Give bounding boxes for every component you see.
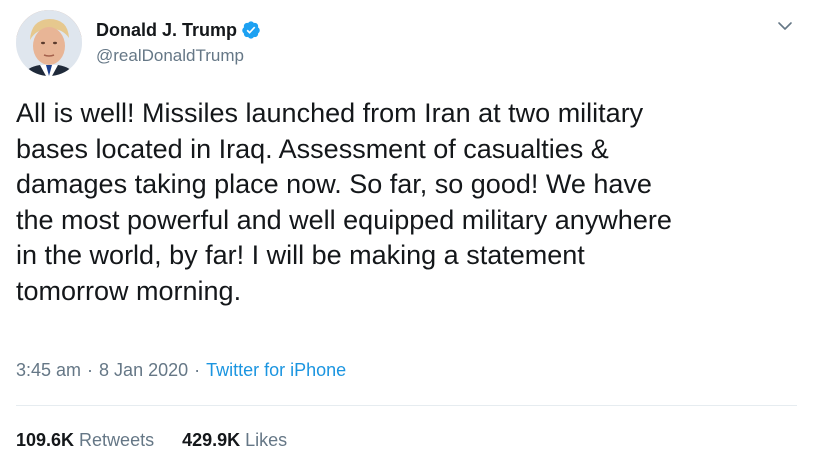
tweet-date[interactable]: 8 Jan 2020 — [99, 360, 188, 381]
tweet-text: All is well! Missiles launched from Iran… — [16, 98, 672, 306]
author-handle[interactable]: @realDonaldTrump — [96, 46, 244, 66]
chevron-down-icon[interactable] — [777, 18, 793, 34]
likes-count: 429.9K — [182, 430, 241, 450]
avatar[interactable] — [16, 10, 82, 76]
divider — [16, 405, 797, 406]
tweet-stats: 109.6K Retweets 429.9K Likes — [16, 430, 287, 451]
likes-stat[interactable]: 429.9K Likes — [182, 430, 287, 451]
tweet-source-link[interactable]: Twitter for iPhone — [206, 360, 346, 381]
author-name-row[interactable]: Donald J. Trump — [96, 18, 261, 42]
tweet-card: Donald J. Trump @realDonaldTrump All is … — [0, 0, 813, 473]
retweets-label: Retweets — [79, 430, 155, 450]
meta-separator: · — [87, 360, 94, 380]
verified-badge-icon — [241, 20, 261, 40]
tweet-meta: 3:45 am · 8 Jan 2020 · Twitter for iPhon… — [16, 360, 346, 381]
retweets-count: 109.6K — [16, 430, 75, 450]
meta-separator: · — [194, 360, 201, 380]
likes-label: Likes — [245, 430, 288, 450]
tweet-time[interactable]: 3:45 am — [16, 360, 81, 381]
retweets-stat[interactable]: 109.6K Retweets — [16, 430, 154, 451]
display-name[interactable]: Donald J. Trump — [96, 20, 237, 41]
